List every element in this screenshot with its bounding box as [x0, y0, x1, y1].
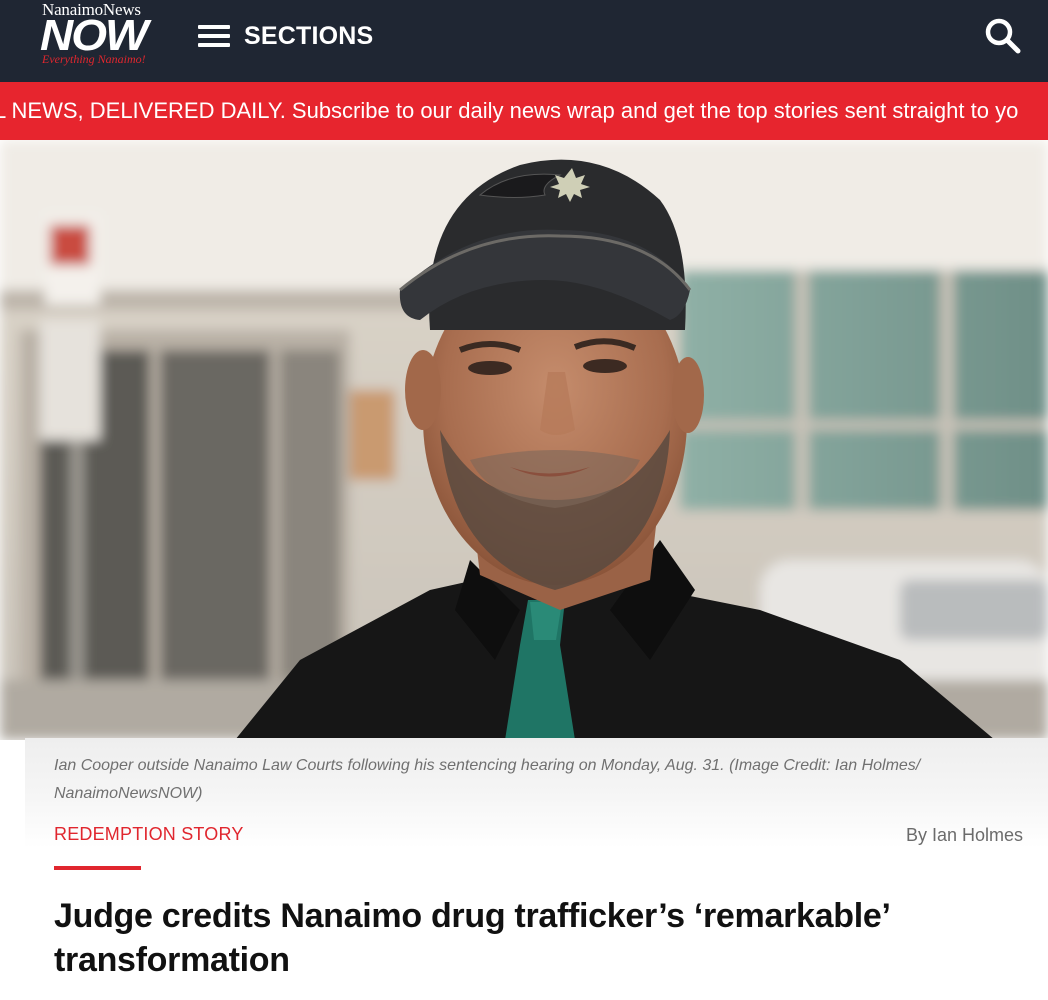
sections-label: SECTIONS	[244, 21, 374, 50]
newsletter-ticker[interactable]: L NEWS, DELIVERED DAILY. Subscribe to ou…	[0, 82, 1048, 140]
site-header: NanaimoNews NOW Everything Nanaimo! SECT…	[0, 0, 1048, 82]
byline: By Ian Holmes	[905, 825, 1023, 845]
article-headline: Judge credits Nanaimo drug trafficker’s …	[54, 897, 889, 979]
search-icon	[985, 18, 1021, 54]
search-button[interactable]	[984, 17, 1022, 55]
ticker-text: L NEWS, DELIVERED DAILY. Subscribe to ou…	[0, 98, 1019, 123]
photo-man-in-cap-outside-courthouse	[0, 140, 1048, 740]
logo-tagline: Everything Nanaimo!	[42, 52, 146, 66]
sections-menu-button[interactable]: SECTIONS	[198, 18, 373, 54]
category-link[interactable]: REDEMPTION STORY	[54, 824, 244, 845]
site-logo[interactable]: NanaimoNews NOW Everything Nanaimo!	[38, 0, 173, 80]
image-caption: Ian Cooper outside Nanaimo Law Courts fo…	[54, 757, 921, 802]
category-underline	[54, 866, 141, 870]
logo-main-text: NOW	[40, 10, 148, 60]
hamburger-icon	[198, 25, 230, 47]
hero-image	[0, 140, 1048, 740]
